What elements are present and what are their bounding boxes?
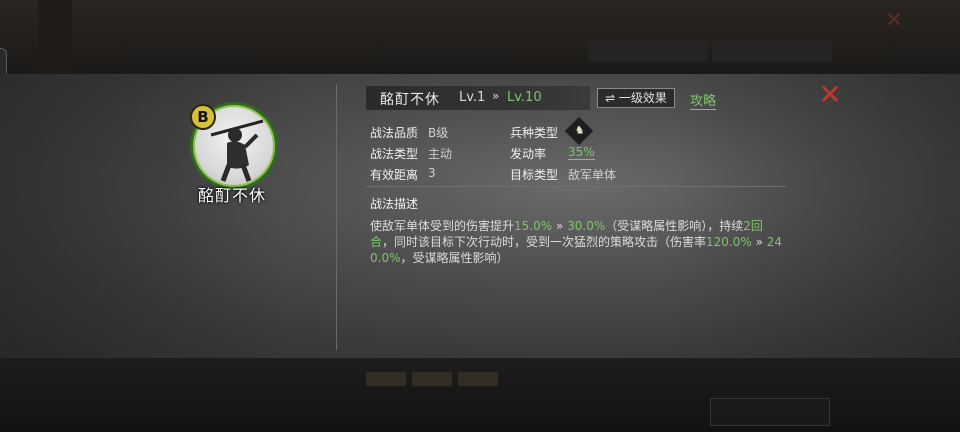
level-current: Lv.1	[459, 90, 486, 105]
portrait-skill-name: 酩酊不休	[197, 186, 266, 205]
type-value: 主动	[428, 147, 453, 161]
desc-text: （受谋略属性影响），持续	[605, 219, 744, 233]
desc-value: 30.0%	[567, 219, 606, 233]
level-arrow-icon: »	[492, 89, 500, 103]
vertical-divider	[336, 84, 337, 350]
desc-text: ，同时该目标下次行动时，受到一次猛烈的策略攻击（伤害率	[382, 235, 707, 249]
background-sidebar	[38, 0, 72, 74]
quality-value: B级	[428, 126, 449, 140]
desc-arrow-icon: »	[751, 235, 767, 249]
strategy-link[interactable]: 攻略	[690, 90, 717, 110]
background-chip	[412, 372, 452, 386]
warrior-silhouette	[130, 92, 190, 202]
target-value: 敌军单体	[568, 168, 617, 182]
rate-label: 发动率	[510, 147, 547, 161]
desc-value: 15.0%	[514, 219, 553, 233]
background-chip	[366, 372, 406, 386]
background-button	[710, 398, 830, 426]
background-top	[0, 0, 960, 74]
level-max: Lv.10	[507, 90, 542, 105]
background-chip	[458, 372, 498, 386]
quality-label: 战法品质	[370, 126, 419, 140]
background-tab	[712, 40, 832, 62]
desc-text: 使敌军单体受到的伤害提升	[370, 219, 515, 233]
desc-arrow-icon: »	[552, 219, 568, 233]
background-tab	[588, 40, 708, 62]
type-label: 战法类型	[370, 147, 419, 161]
close-icon[interactable]: ✕	[817, 81, 843, 109]
description-title: 战法描述	[370, 197, 419, 211]
grade-badge: B	[190, 104, 216, 130]
description-text: 使敌军单体受到的伤害提升15.0% » 30.0%（受谋略属性影响），持续2回合…	[370, 218, 786, 266]
desc-value: 120.0%	[706, 235, 752, 249]
range-label: 有效距离	[370, 168, 419, 182]
range-value: 3	[428, 166, 436, 180]
unit-type-label: 兵种类型	[510, 126, 559, 140]
background-close-icon: ✕	[884, 8, 904, 33]
effect-level-button[interactable]: ⇌ 一级效果	[597, 88, 675, 108]
rate-value[interactable]: 35%	[568, 145, 595, 160]
target-label: 目标类型	[510, 168, 559, 182]
skill-name: 酩酊不休	[380, 92, 440, 108]
section-divider	[366, 186, 786, 187]
desc-text: ，受谋略属性影响）	[400, 251, 509, 265]
